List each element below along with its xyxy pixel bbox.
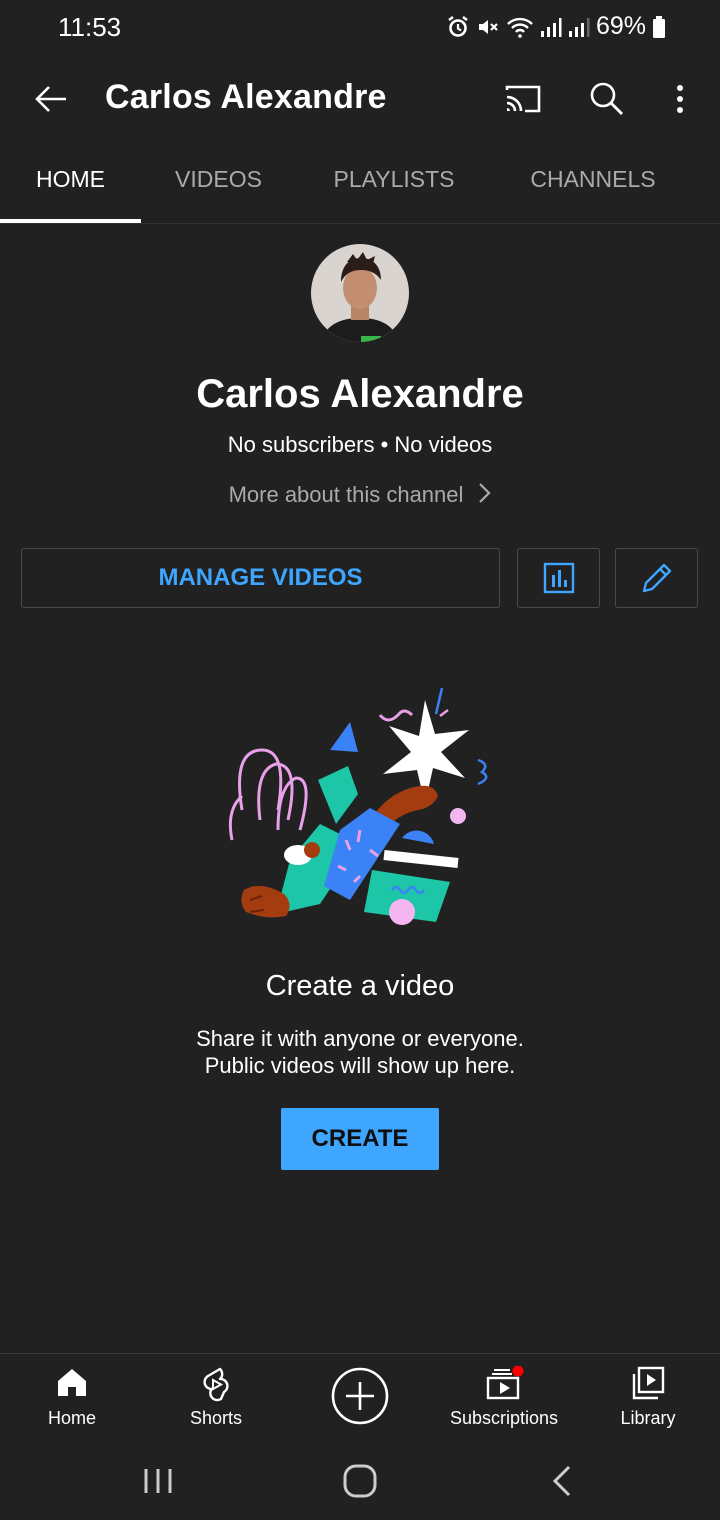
library-icon bbox=[631, 1366, 665, 1405]
nav-home[interactable]: Home bbox=[0, 1354, 144, 1442]
tabs-divider bbox=[0, 223, 720, 224]
recent-apps-icon bbox=[144, 1469, 172, 1493]
tab-playlists[interactable]: PLAYLISTS bbox=[314, 166, 474, 222]
nav-subscriptions[interactable]: Subscriptions bbox=[432, 1354, 576, 1442]
more-vert-icon bbox=[677, 85, 683, 113]
battery-percent: 69% bbox=[595, 12, 646, 40]
manage-videos-button[interactable]: MANAGE VIDEOS bbox=[21, 548, 500, 608]
tab-videos-label: VIDEOS bbox=[175, 166, 262, 192]
nav-create[interactable] bbox=[288, 1354, 432, 1442]
cast-button[interactable] bbox=[498, 76, 548, 122]
search-button[interactable] bbox=[582, 74, 632, 124]
nav-home-label: Home bbox=[47, 1408, 96, 1428]
tab-home[interactable]: HOME bbox=[0, 166, 141, 222]
create-button[interactable]: CREATE bbox=[281, 1108, 439, 1170]
nav-shorts-label: Shorts bbox=[189, 1408, 243, 1428]
create-video-illustration bbox=[220, 680, 500, 940]
search-icon bbox=[590, 82, 623, 115]
tab-channels-label: CHANNELS bbox=[530, 166, 656, 192]
subscriptions-icon bbox=[484, 1365, 524, 1405]
empty-state-line-1: Share it with anyone or everyone. bbox=[196, 1026, 524, 1051]
more-options-button[interactable] bbox=[660, 74, 700, 124]
page-title: Carlos Alexandre bbox=[105, 78, 387, 116]
signal-icon-2 bbox=[568, 17, 590, 37]
system-navigation-bar bbox=[0, 1441, 720, 1520]
home-icon bbox=[56, 1366, 88, 1403]
alarm-icon bbox=[448, 15, 468, 37]
pencil-icon bbox=[642, 563, 671, 593]
channel-stats: No subscribers • No videos bbox=[227, 432, 493, 457]
tab-channels[interactable]: CHANNELS bbox=[508, 166, 678, 222]
tab-videos[interactable]: VIDEOS bbox=[148, 166, 289, 222]
manage-videos-label: MANAGE VIDEOS bbox=[158, 564, 363, 591]
signal-icon bbox=[540, 17, 562, 37]
edit-channel-button[interactable] bbox=[615, 548, 698, 608]
nav-shorts[interactable]: Shorts bbox=[144, 1354, 288, 1442]
channel-name: Carlos Alexandre bbox=[196, 372, 524, 416]
tab-home-label: HOME bbox=[36, 166, 105, 192]
status-time: 11:53 bbox=[58, 12, 122, 42]
nav-library-label: Library bbox=[620, 1408, 676, 1428]
arrow-back-icon bbox=[35, 86, 66, 112]
nav-library[interactable]: Library bbox=[576, 1354, 720, 1442]
shorts-icon bbox=[200, 1366, 232, 1407]
create-plus-icon bbox=[330, 1366, 390, 1431]
home-circle-icon bbox=[343, 1464, 377, 1498]
status-icons: 69% bbox=[446, 12, 666, 41]
bottom-navigation: Home Shorts Subscriptions Library bbox=[0, 1353, 720, 1442]
empty-state-title: Create a video bbox=[265, 970, 455, 1002]
recent-apps-button[interactable] bbox=[138, 1461, 178, 1501]
wifi-icon bbox=[507, 17, 533, 38]
analytics-button[interactable] bbox=[517, 548, 600, 608]
avatar bbox=[311, 244, 409, 342]
back-button[interactable] bbox=[28, 76, 74, 122]
more-about-label: More about this channel bbox=[228, 482, 464, 507]
mute-icon bbox=[478, 19, 498, 34]
create-button-label: CREATE bbox=[311, 1125, 409, 1152]
chevron-right-icon bbox=[477, 482, 491, 510]
analytics-icon bbox=[543, 562, 574, 594]
empty-state-description: Share it with anyone or everyone. Public… bbox=[0, 1025, 720, 1079]
more-about-channel-link[interactable]: More about this channel bbox=[0, 482, 720, 510]
back-chevron-icon bbox=[552, 1465, 571, 1497]
empty-state-line-2: Public videos will show up here. bbox=[204, 1053, 516, 1078]
home-system-button[interactable] bbox=[338, 1459, 382, 1503]
cast-icon bbox=[505, 85, 541, 113]
notification-dot bbox=[512, 1365, 524, 1377]
back-system-button[interactable] bbox=[545, 1461, 581, 1501]
tab-playlists-label: PLAYLISTS bbox=[333, 166, 455, 192]
nav-subscriptions-label: Subscriptions bbox=[449, 1408, 559, 1428]
battery-icon bbox=[653, 15, 665, 38]
